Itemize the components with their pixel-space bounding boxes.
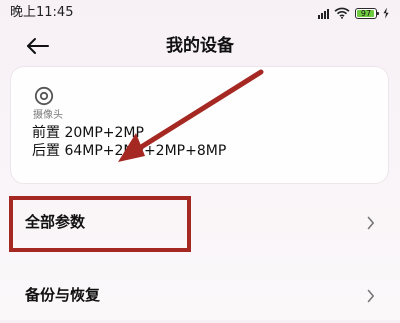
all-parameters-label: 全部参数 bbox=[25, 213, 86, 231]
status-icons: 97 bbox=[318, 5, 390, 21]
backup-restore-row[interactable]: 备份与恢复 bbox=[0, 271, 400, 323]
header: 我的设备 bbox=[0, 26, 400, 66]
camera-lens-icon bbox=[34, 86, 54, 106]
camera-card: 摄像头 前置 20MP+2MP 后置 64MP+2MP+2MP+8MP bbox=[10, 66, 389, 184]
battery-icon: 97 bbox=[355, 7, 379, 19]
chevron-right-icon bbox=[367, 289, 374, 303]
page-title: 我的设备 bbox=[166, 36, 234, 56]
front-camera-spec: 前置 20MP+2MP bbox=[32, 125, 144, 141]
rear-camera-spec: 后置 64MP+2MP+2MP+8MP bbox=[32, 143, 227, 159]
camera-label: 摄像头 bbox=[33, 110, 63, 121]
chevron-right-icon bbox=[367, 216, 374, 230]
lightning-bolt-icon bbox=[383, 7, 389, 19]
signal-bars-icon bbox=[318, 8, 329, 19]
battery-text: 97 bbox=[360, 8, 372, 18]
status-bar: 晚上11:45 97 bbox=[0, 0, 400, 26]
wifi-icon bbox=[334, 7, 350, 19]
backup-restore-label: 备份与恢复 bbox=[25, 286, 101, 304]
status-time: 晚上11:45 bbox=[10, 5, 74, 20]
all-parameters-row[interactable]: 全部参数 bbox=[0, 198, 400, 250]
